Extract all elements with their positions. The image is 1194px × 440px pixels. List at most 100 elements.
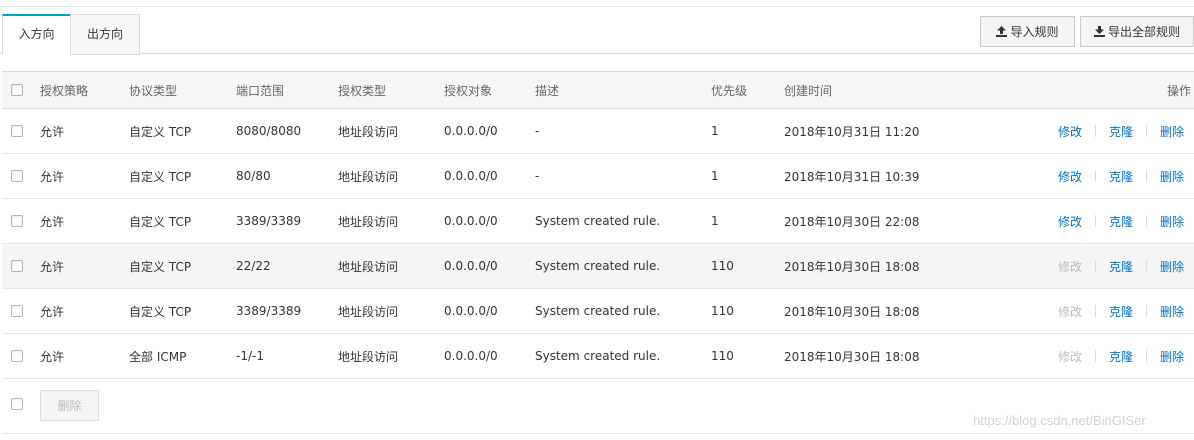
row-operations: 修改 克隆 删除 bbox=[1058, 289, 1194, 333]
row-operations: 修改 克隆 删除 bbox=[1058, 244, 1194, 288]
row-checkbox[interactable] bbox=[11, 260, 23, 272]
cell-description: System created rule. bbox=[535, 349, 661, 363]
header-port-range: 端口范围 bbox=[236, 83, 285, 98]
cell-auth-object: 0.0.0.0/0 bbox=[444, 214, 498, 228]
row-checkbox[interactable] bbox=[11, 170, 23, 182]
delete-link[interactable]: 删除 bbox=[1160, 213, 1184, 230]
cell-priority: 110 bbox=[711, 259, 734, 273]
table-row: 允许 自定义 TCP 80/80 地址段访问 0.0.0.0/0 - 1 2018年10月31… bbox=[2, 154, 1194, 199]
cell-protocol: 自定义 TCP bbox=[129, 169, 192, 184]
select-all-checkbox[interactable] bbox=[11, 84, 23, 96]
edit-link[interactable]: 修改 bbox=[1058, 213, 1082, 230]
row-operations: 修改 克隆 删除 bbox=[1058, 109, 1194, 153]
cell-created-time: 2018年10月30日 22:08 bbox=[784, 214, 920, 229]
export-all-rules-label: 导出全部规则 bbox=[1107, 25, 1180, 39]
cell-auth-object: 0.0.0.0/0 bbox=[444, 349, 498, 363]
row-checkbox-cell bbox=[11, 154, 23, 198]
divider bbox=[1145, 170, 1147, 182]
cell-created-time: 2018年10月31日 10:39 bbox=[784, 169, 920, 184]
tab-outbound[interactable]: 出方向 bbox=[70, 14, 140, 55]
cell-priority: 110 bbox=[711, 304, 734, 318]
cell-protocol: 全部 ICMP bbox=[129, 349, 187, 364]
cell-created-time: 2018年10月30日 18:08 bbox=[784, 349, 920, 364]
cell-auth-object: 0.0.0.0/0 bbox=[444, 169, 498, 183]
cell-created-time: 2018年10月30日 18:08 bbox=[784, 259, 920, 274]
edit-link[interactable]: 修改 bbox=[1058, 123, 1082, 140]
security-rules-table: 授权策略 协议类型 端口范围 授权类型 授权对象 描述 优先级 创建时间 操作 … bbox=[2, 71, 1194, 379]
delete-link[interactable]: 删除 bbox=[1160, 123, 1184, 140]
cell-auth-type: 地址段访问 bbox=[338, 169, 399, 184]
cell-auth-object: 0.0.0.0/0 bbox=[444, 304, 498, 318]
clone-link[interactable]: 克隆 bbox=[1109, 303, 1133, 320]
cell-policy: 允许 bbox=[40, 349, 65, 364]
edit-link: 修改 bbox=[1057, 349, 1082, 364]
cell-protocol: 自定义 TCP bbox=[129, 124, 192, 139]
header-description: 描述 bbox=[535, 83, 560, 98]
clone-link[interactable]: 克隆 bbox=[1109, 213, 1133, 230]
row-checkbox-cell bbox=[11, 244, 23, 288]
row-checkbox[interactable] bbox=[11, 125, 23, 137]
header-priority: 优先级 bbox=[711, 83, 748, 98]
delete-link[interactable]: 删除 bbox=[1160, 258, 1184, 275]
table-row: 允许 自定义 TCP 3389/3389 地址段访问 0.0.0.0/0 System c… bbox=[2, 289, 1194, 334]
row-checkbox-cell bbox=[11, 109, 23, 153]
row-checkbox-cell bbox=[11, 334, 23, 378]
cell-priority: 1 bbox=[711, 124, 719, 138]
watermark: https://blog.csdn.net/BinGISer bbox=[973, 413, 1146, 428]
footer-select-all-checkbox[interactable] bbox=[11, 398, 23, 410]
row-checkbox[interactable] bbox=[11, 215, 23, 227]
delete-link[interactable]: 删除 bbox=[1160, 348, 1184, 365]
cell-priority: 1 bbox=[711, 214, 719, 228]
cell-auth-type: 地址段访问 bbox=[338, 349, 399, 364]
clone-link[interactable]: 克隆 bbox=[1109, 258, 1133, 275]
cell-description: System created rule. bbox=[535, 214, 661, 228]
row-checkbox[interactable] bbox=[11, 350, 23, 362]
delete-link[interactable]: 删除 bbox=[1160, 168, 1184, 185]
cell-description: System created rule. bbox=[535, 304, 661, 318]
cell-policy: 允许 bbox=[40, 304, 65, 319]
cell-policy: 允许 bbox=[40, 259, 65, 274]
divider bbox=[1094, 350, 1096, 362]
header-policy: 授权策略 bbox=[40, 83, 89, 98]
edit-link: 修改 bbox=[1057, 259, 1082, 274]
edit-link[interactable]: 修改 bbox=[1058, 168, 1082, 185]
row-operations: 修改 克隆 删除 bbox=[1058, 334, 1194, 378]
edit-link: 修改 bbox=[1057, 304, 1082, 319]
tab-inbound[interactable]: 入方向 bbox=[2, 14, 71, 55]
upload-icon bbox=[996, 26, 1008, 37]
header-auth-object: 授权对象 bbox=[444, 83, 493, 98]
table-row: 允许 自定义 TCP 3389/3389 地址段访问 0.0.0.0/0 System c… bbox=[2, 199, 1194, 244]
delete-link[interactable]: 删除 bbox=[1160, 303, 1184, 320]
divider bbox=[1094, 125, 1096, 137]
export-all-rules-button[interactable]: 导出全部规则 bbox=[1080, 16, 1194, 47]
batch-delete-button[interactable]: 删除 bbox=[40, 390, 99, 421]
cell-port-range: 3389/3389 bbox=[236, 304, 302, 318]
cell-auth-type: 地址段访问 bbox=[338, 304, 399, 319]
download-icon bbox=[1093, 26, 1105, 37]
row-checkbox-cell bbox=[11, 289, 23, 333]
select-all-cell bbox=[11, 72, 23, 108]
header-auth-type: 授权类型 bbox=[338, 83, 387, 98]
header-created-time: 创建时间 bbox=[784, 83, 833, 98]
row-operations: 修改 克隆 删除 bbox=[1058, 154, 1194, 198]
divider bbox=[1145, 260, 1147, 272]
cell-description: - bbox=[535, 169, 540, 183]
cell-description: - bbox=[535, 124, 540, 138]
clone-link[interactable]: 克隆 bbox=[1109, 123, 1133, 140]
top-divider bbox=[0, 6, 1194, 7]
clone-link[interactable]: 克隆 bbox=[1109, 168, 1133, 185]
cell-auth-type: 地址段访问 bbox=[338, 124, 399, 139]
table-header: 授权策略 协议类型 端口范围 授权类型 授权对象 描述 优先级 创建时间 操作 bbox=[2, 72, 1194, 109]
clone-link[interactable]: 克隆 bbox=[1109, 348, 1133, 365]
import-rules-button[interactable]: 导入规则 bbox=[980, 16, 1075, 47]
cell-description: System created rule. bbox=[535, 259, 661, 273]
cell-policy: 允许 bbox=[40, 169, 65, 184]
cell-auth-object: 0.0.0.0/0 bbox=[444, 124, 498, 138]
cell-created-time: 2018年10月31日 11:20 bbox=[784, 124, 920, 139]
cell-port-range: 80/80 bbox=[236, 169, 271, 183]
cell-protocol: 自定义 TCP bbox=[129, 304, 192, 319]
row-checkbox[interactable] bbox=[11, 305, 23, 317]
divider bbox=[1094, 305, 1096, 317]
row-operations: 修改 克隆 删除 bbox=[1058, 199, 1194, 243]
cell-created-time: 2018年10月30日 18:08 bbox=[784, 304, 920, 319]
